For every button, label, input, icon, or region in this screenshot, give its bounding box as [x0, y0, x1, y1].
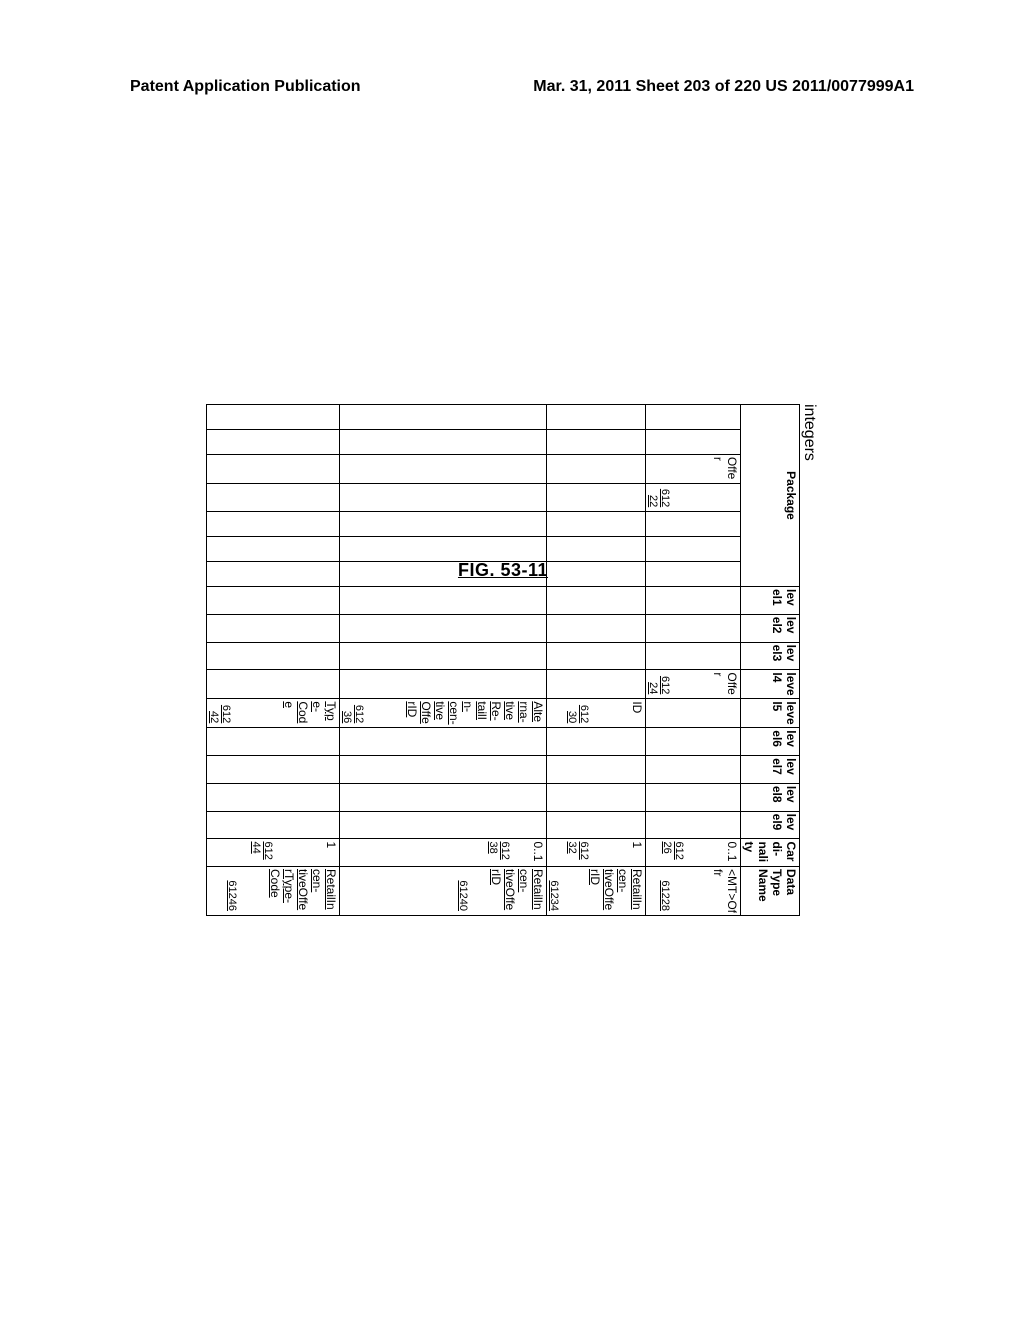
data-table: Package level1 level2 level3 level4 leve…	[206, 404, 800, 916]
col-level3: level3	[741, 642, 800, 670]
col-package: Package	[741, 405, 800, 587]
cardinality-cell: 1 61232	[547, 839, 646, 867]
col-cardinality: Cardi-nality	[741, 839, 800, 867]
level4-cell: Offer 61224	[646, 670, 741, 699]
cell-text: RetailIncen-tiveOfferType-Code	[268, 869, 338, 913]
col-level5: level5	[741, 699, 800, 728]
cell-ref: 61246	[226, 869, 238, 913]
cell-ref: 61240	[457, 869, 469, 913]
cell-ref: 61238	[487, 841, 511, 864]
header-right: Mar. 31, 2011 Sheet 203 of 220 US 2011/0…	[533, 78, 914, 96]
cardinality-cell: 0..1 61238	[340, 839, 547, 867]
package-cell: Offer	[646, 454, 741, 483]
cell-ref: 61236	[341, 701, 365, 725]
cell-text: Offer	[711, 672, 739, 696]
cell-ref: 61222	[647, 486, 671, 509]
datatype-cell: RetailIncen-tiveOfferType-Code 61246	[207, 866, 340, 915]
cell-ref: 61234	[548, 869, 560, 913]
cell-text: Offer	[711, 457, 739, 481]
cell-ref: 61230	[566, 701, 590, 725]
cell-ref: 61224	[647, 672, 671, 696]
cell-text: ID	[630, 701, 644, 725]
level5-cell: Alterna-tiveRe-tailIn-cen-tiveOffe rID 6…	[340, 699, 547, 728]
datatype-cell: RetailIncen-tiveOfferID 61234	[547, 866, 646, 915]
col-level4: level4	[741, 670, 800, 699]
cell-ref: 61242	[208, 701, 232, 725]
col-level2: level2	[741, 614, 800, 642]
col-datatype: Data Type Name	[741, 866, 800, 915]
datatype-cell: <MT>Offr 61228	[646, 866, 741, 915]
col-level1: level1	[741, 586, 800, 614]
table-wrapper: integers Package level1 level2 level3 le…	[206, 404, 818, 916]
cardinality-cell: 1 61244	[207, 839, 340, 867]
cell-ref: 61244	[250, 841, 274, 864]
level5-cell: ID 61230	[547, 699, 646, 728]
cell-text: RetailIncen-tiveOfferID	[588, 869, 644, 913]
cardinality-cell: 0..1 61226	[646, 839, 741, 867]
cell-text: Alterna-tiveRe-tailIn-cen-tiveOffe rID	[405, 701, 545, 725]
col-level8: level8	[741, 783, 800, 811]
table-row: Offer 61222 Offer 61224 0..1 6	[646, 405, 741, 916]
cell-text: Type-Code	[282, 701, 338, 725]
table-row: Alterna-tiveRe-tailIn-cen-tiveOffe rID 6…	[340, 405, 547, 916]
header-row: Package level1 level2 level3 level4 leve…	[741, 405, 800, 916]
cell-ref: 61228	[659, 869, 671, 913]
cell-text: 0..1	[531, 841, 545, 864]
cell-text: 0..1	[725, 841, 739, 864]
page-header: Patent Application Publication Mar. 31, …	[0, 78, 1024, 96]
cell-text: 1	[630, 841, 644, 864]
datatype-cell: RetailIncen-tiveOfferID 61240	[340, 866, 547, 915]
level5-cell	[646, 699, 741, 728]
col-level9: level9	[741, 811, 800, 839]
col-level7: level7	[741, 756, 800, 784]
package-ref-cell: 61222	[646, 483, 741, 511]
cell-text: RetailIncen-tiveOfferID	[489, 869, 545, 913]
col-level6: level6	[741, 728, 800, 756]
cell-text: <MT>Offr	[711, 869, 739, 913]
cell-text: 1	[324, 841, 338, 864]
cell-ref: 61226	[661, 841, 685, 864]
table-row: Type-Code 61242 1 61244 RetailIncen-tive…	[207, 405, 340, 916]
table-row: ID 61230 1 61232 RetailIncen-tiveOfferID…	[547, 405, 646, 916]
level5-cell: Type-Code 61242	[207, 699, 340, 728]
page: Patent Application Publication Mar. 31, …	[0, 0, 1024, 1320]
header-left: Patent Application Publication	[130, 78, 361, 96]
cell-ref: 61232	[566, 841, 590, 864]
